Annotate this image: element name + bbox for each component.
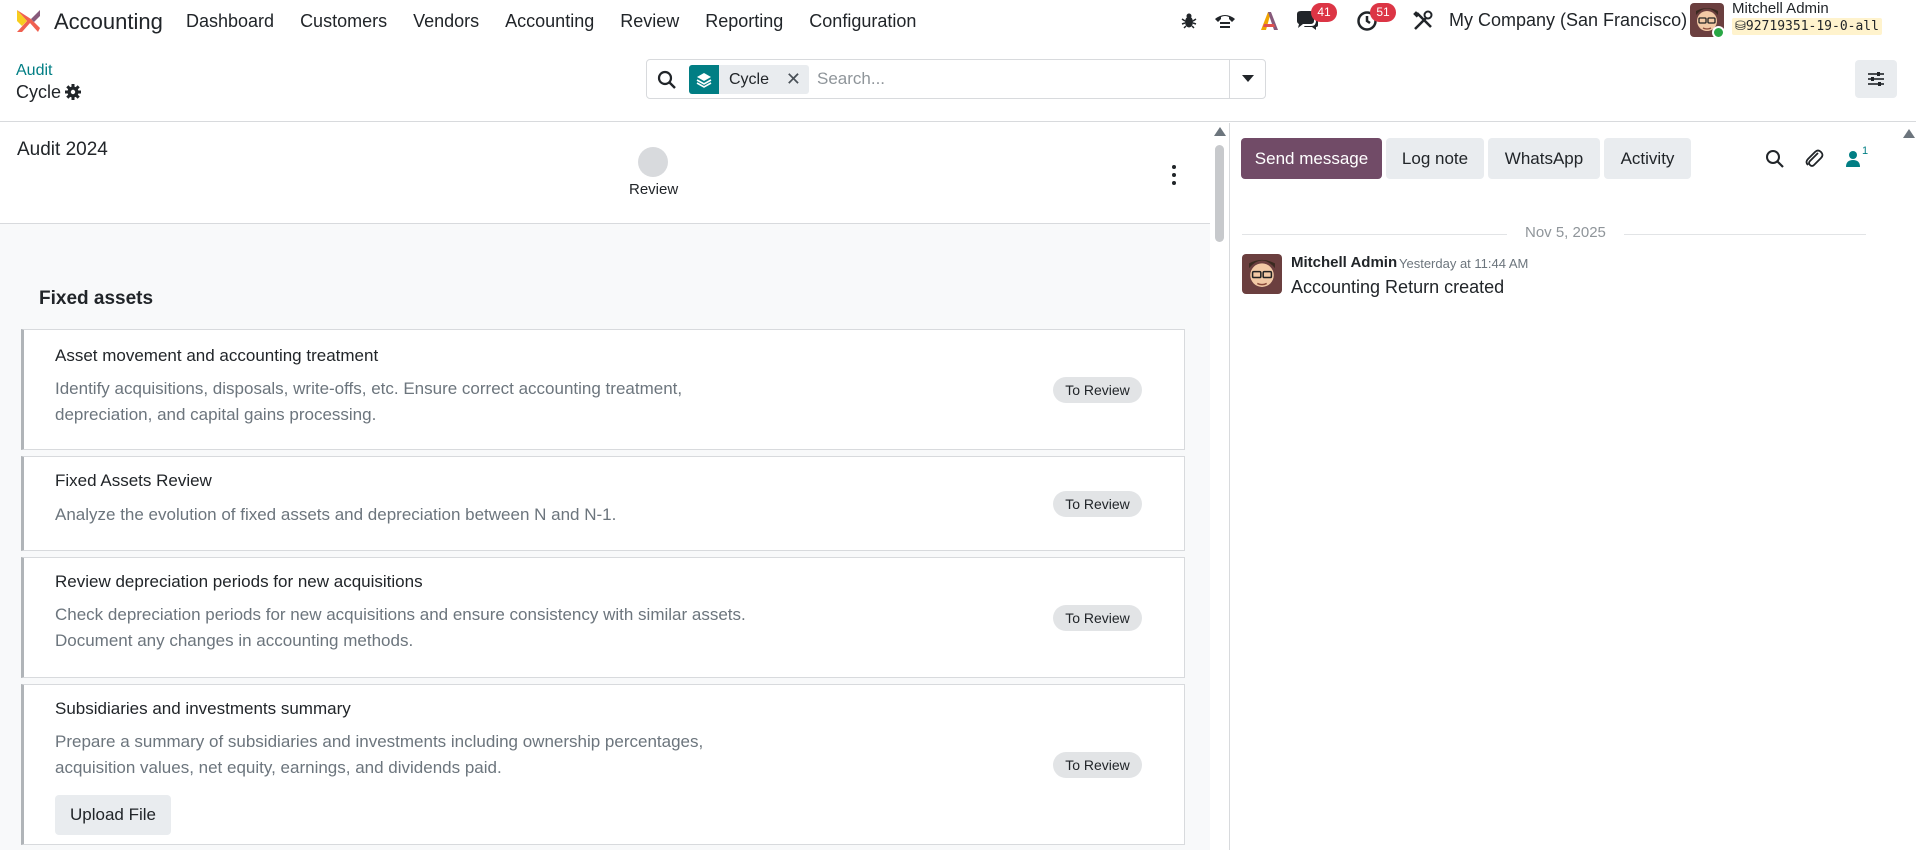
item-title: Asset movement and accounting treatment — [55, 346, 379, 365]
chatter-scrollbar[interactable] — [1900, 123, 1916, 153]
status-badge[interactable]: To Review — [1053, 752, 1142, 778]
facet-label: Cycle — [729, 70, 770, 88]
ai-icon[interactable] — [1256, 8, 1282, 34]
item-title: Review depreciation periods for new acqu… — [55, 572, 423, 591]
form-scrollbar[interactable] — [1210, 123, 1228, 850]
item-title: Subsidiaries and investments summary — [55, 699, 351, 718]
followers-count: 1 — [1862, 145, 1869, 157]
message-author-avatar[interactable] — [1242, 254, 1282, 294]
tools-icon[interactable] — [1410, 8, 1436, 34]
activities-badge: 51 — [1370, 3, 1396, 22]
item-description: Identify acquisitions, disposals, write-… — [55, 379, 683, 424]
send-message-button[interactable]: Send message — [1241, 138, 1382, 179]
breadcrumb-current: Cycle — [16, 82, 62, 102]
messages-badge: 41 — [1311, 3, 1337, 22]
menu-reporting[interactable]: Reporting — [692, 11, 796, 31]
status-badge[interactable]: To Review — [1053, 377, 1142, 403]
upload-file-button[interactable]: Upload File — [55, 795, 171, 835]
caret-down-icon — [1242, 75, 1254, 82]
company-switcher[interactable]: My Company (San Francisco) — [1449, 10, 1687, 31]
menu-configuration[interactable]: Configuration — [796, 11, 929, 31]
app-name[interactable]: Accounting — [54, 9, 163, 35]
item-description: Prepare a summary of subsidiaries and in… — [55, 732, 704, 777]
view-settings-button[interactable] — [1855, 60, 1897, 98]
date-separator-label: Nov 5, 2025 — [1525, 224, 1606, 241]
chatter-panel: Send message Log note WhatsApp Activity … — [1229, 123, 1916, 850]
date-separator: Nov 5, 2025 — [1242, 224, 1866, 244]
search-facet: Cycle ✕ — [689, 65, 809, 94]
search-icon[interactable] — [657, 70, 677, 90]
database-name: ⛁92719351-19-0-all — [1732, 18, 1882, 35]
user-name[interactable]: Mitchell Admin — [1732, 0, 1829, 17]
scroll-up-arrow-icon[interactable] — [1214, 127, 1226, 136]
item-description: Analyze the evolution of fixed assets an… — [55, 505, 617, 524]
paperclip-icon[interactable] — [1802, 147, 1826, 171]
bug-icon[interactable] — [1176, 8, 1202, 34]
menu-customers[interactable]: Customers — [287, 11, 400, 31]
scroll-thumb[interactable] — [1215, 145, 1224, 242]
form-view: Audit 2024 Review Fixed assets Asset mov… — [0, 123, 1228, 850]
search-icon[interactable] — [1763, 147, 1787, 171]
menu-vendors[interactable]: Vendors — [400, 11, 492, 31]
checklist-item[interactable]: Subsidiaries and investments summary Pre… — [21, 684, 1185, 845]
database-icon: ⛁ — [1735, 19, 1746, 34]
form-statusbar: Audit 2024 Review — [0, 123, 1210, 224]
status-badge[interactable]: To Review — [1053, 605, 1142, 631]
gear-icon[interactable] — [64, 83, 82, 101]
section-title: Fixed assets — [39, 288, 154, 309]
menu-review[interactable]: Review — [607, 11, 692, 31]
main-menu: Dashboard Customers Vendors Accounting R… — [186, 11, 929, 31]
online-status-indicator — [1712, 26, 1725, 39]
checklist-item[interactable]: Fixed Assets Review Analyze the evolutio… — [21, 456, 1185, 551]
message-body: Accounting Return created — [1291, 277, 1505, 297]
more-actions-icon[interactable] — [1166, 165, 1182, 185]
checklist-item[interactable]: Asset movement and accounting treatment … — [21, 329, 1185, 450]
breadcrumb-audit[interactable]: Audit — [16, 62, 52, 80]
message-date: Yesterday at 11:44 AM — [1399, 256, 1529, 271]
phone-icon[interactable] — [1212, 8, 1238, 34]
whatsapp-button[interactable]: WhatsApp — [1488, 138, 1600, 179]
record-title: Audit 2024 — [17, 139, 108, 160]
close-icon[interactable]: ✕ — [786, 69, 801, 90]
log-note-button[interactable]: Log note — [1386, 138, 1484, 179]
search-options-toggle[interactable] — [1229, 60, 1266, 98]
activity-button[interactable]: Activity — [1604, 138, 1691, 179]
top-navbar: Accounting Dashboard Customers Vendors A… — [0, 0, 1916, 42]
message-author[interactable]: Mitchell Admin — [1291, 254, 1397, 271]
status-badge[interactable]: To Review — [1053, 491, 1142, 517]
menu-dashboard[interactable]: Dashboard — [186, 11, 287, 31]
scroll-up-arrow-icon[interactable] — [1903, 129, 1915, 138]
item-title: Fixed Assets Review — [55, 471, 212, 490]
search-input[interactable] — [809, 64, 1209, 94]
stage-indicator[interactable] — [638, 147, 668, 177]
accounting-app-icon[interactable] — [14, 7, 42, 35]
stage-label[interactable]: Review — [629, 181, 678, 198]
menu-accounting[interactable]: Accounting — [492, 11, 607, 31]
control-panel: Audit Cycle Cycle ✕ — [0, 42, 1916, 122]
search-bar: Cycle ✕ — [646, 59, 1266, 99]
item-description: Check depreciation periods for new acqui… — [55, 605, 746, 650]
layers-icon — [689, 65, 719, 94]
sliders-icon — [1868, 72, 1884, 86]
checklist-item[interactable]: Review depreciation periods for new acqu… — [21, 557, 1185, 678]
